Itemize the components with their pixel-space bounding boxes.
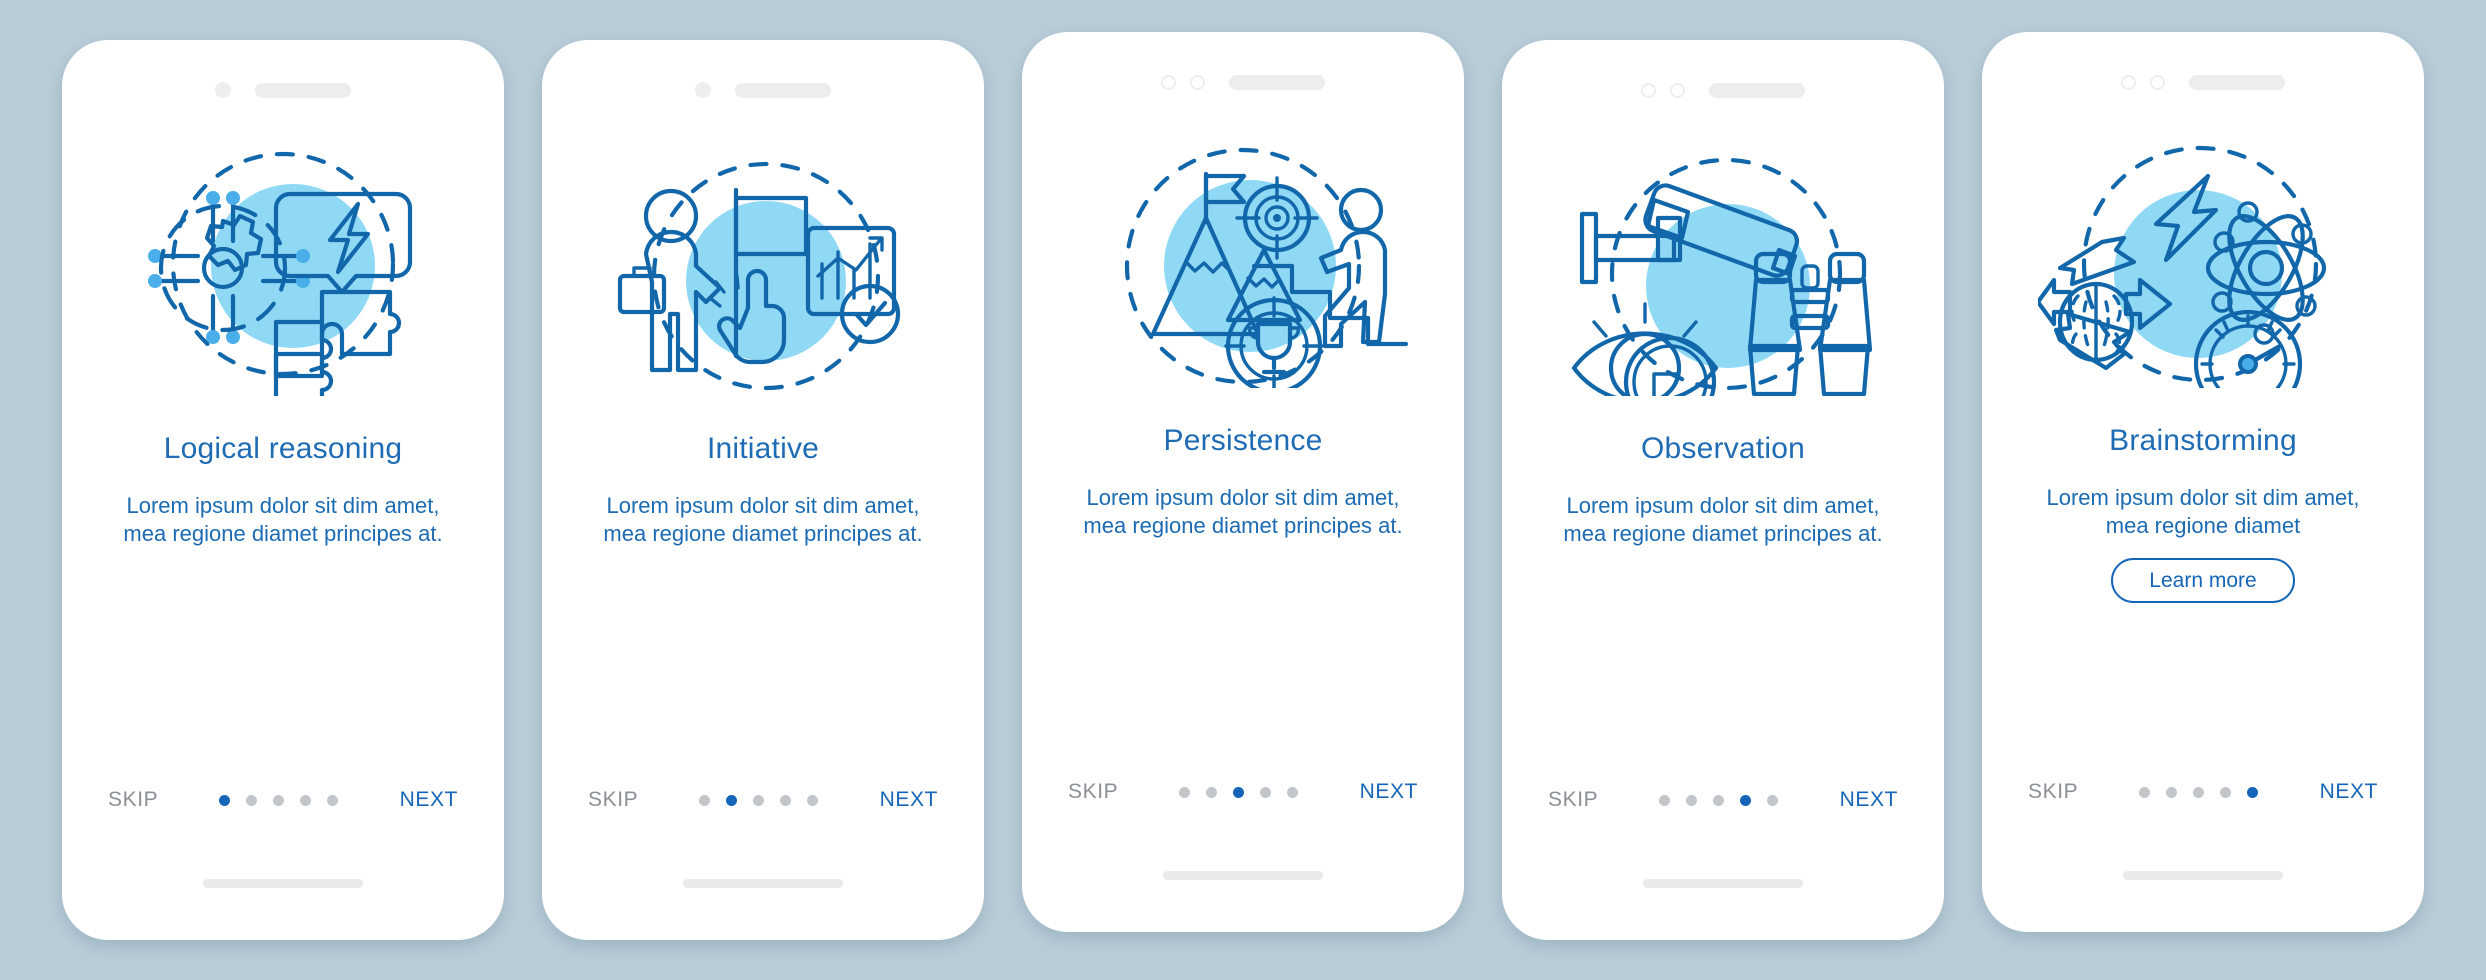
next-button[interactable]: NEXT bbox=[880, 788, 938, 812]
pagination-dots[interactable] bbox=[699, 794, 819, 806]
phone-card-logical-reasoning: Logical reasoning Lorem ipsum dolor sit … bbox=[62, 40, 504, 940]
skip-button[interactable]: SKIP bbox=[1068, 780, 1118, 804]
phone-card-persistence: Persistence Lorem ipsum dolor sit dim am… bbox=[1022, 32, 1464, 932]
skip-button[interactable]: SKIP bbox=[1548, 788, 1598, 812]
screen-body-text: Lorem ipsum dolor sit dim amet, mea regi… bbox=[1563, 493, 1883, 547]
pagination-dot[interactable] bbox=[327, 794, 339, 806]
next-button[interactable]: NEXT bbox=[2320, 780, 2378, 804]
onboarding-screens-stage: Logical reasoning Lorem ipsum dolor sit … bbox=[0, 0, 2486, 980]
pagination-dot[interactable] bbox=[1740, 794, 1752, 806]
skip-button[interactable]: SKIP bbox=[588, 788, 638, 812]
pagination-dot[interactable] bbox=[219, 794, 231, 806]
skip-button[interactable]: SKIP bbox=[108, 788, 158, 812]
pagination-dot[interactable] bbox=[246, 794, 258, 806]
screen-title: Brainstorming bbox=[2109, 424, 2297, 457]
screen-footer: SKIP NEXT bbox=[542, 788, 984, 812]
screen-footer: SKIP NEXT bbox=[1022, 780, 1464, 804]
screen-footer: SKIP NEXT bbox=[62, 788, 504, 812]
pagination-dot[interactable] bbox=[1713, 794, 1725, 806]
speaker-grille-icon bbox=[1709, 82, 1805, 98]
pagination-dot[interactable] bbox=[1233, 786, 1245, 798]
pagination-dot[interactable] bbox=[1179, 786, 1191, 798]
next-button[interactable]: NEXT bbox=[1840, 788, 1898, 812]
pagination-dot[interactable] bbox=[2166, 786, 2178, 798]
screen-title: Logical reasoning bbox=[163, 432, 403, 465]
screen-body-text: Lorem ipsum dolor sit dim amet, mea regi… bbox=[1083, 485, 1403, 539]
pagination-dot[interactable] bbox=[2193, 786, 2205, 798]
illustration-gear-network-lightbulb-puzzle bbox=[118, 146, 448, 396]
phone-status-notch bbox=[1502, 40, 1944, 116]
pagination-dot[interactable] bbox=[1767, 794, 1779, 806]
screen-title: Persistence bbox=[1163, 424, 1323, 457]
illustration-cctv-eye-magnifier-binoculars bbox=[1558, 146, 1888, 396]
illustration-brain-arrows-atom-gauge-bolt bbox=[2038, 138, 2368, 388]
pagination-dot[interactable] bbox=[2139, 786, 2151, 798]
next-button[interactable]: NEXT bbox=[1360, 780, 1418, 804]
pagination-dot[interactable] bbox=[1260, 786, 1272, 798]
home-indicator-bar[interactable] bbox=[1163, 871, 1323, 880]
next-button[interactable]: NEXT bbox=[400, 788, 458, 812]
phone-card-initiative: Initiative Lorem ipsum dolor sit dim ame… bbox=[542, 40, 984, 940]
pagination-dots[interactable] bbox=[1179, 786, 1299, 798]
speaker-grille-icon bbox=[1229, 74, 1325, 90]
screen-footer: SKIP NEXT bbox=[1982, 780, 2424, 804]
speaker-grille-icon bbox=[735, 82, 831, 98]
camera-ring-icon bbox=[2121, 74, 2136, 90]
pagination-dots[interactable] bbox=[219, 794, 339, 806]
pagination-dot[interactable] bbox=[807, 794, 819, 806]
home-indicator-bar[interactable] bbox=[1643, 879, 1803, 888]
learn-more-button[interactable]: Learn more bbox=[2111, 558, 2295, 604]
pagination-dot[interactable] bbox=[2247, 786, 2259, 798]
camera-dot-icon bbox=[215, 82, 231, 98]
pagination-dot[interactable] bbox=[1686, 794, 1698, 806]
home-indicator-bar[interactable] bbox=[683, 879, 843, 888]
sensor-ring-icon bbox=[1670, 82, 1685, 98]
pagination-dot[interactable] bbox=[699, 794, 711, 806]
camera-dot-icon bbox=[695, 82, 711, 98]
pagination-dots[interactable] bbox=[1659, 794, 1779, 806]
camera-ring-icon bbox=[1161, 74, 1176, 90]
camera-ring-icon bbox=[1641, 82, 1656, 98]
screen-body-text: Lorem ipsum dolor sit dim amet, mea regi… bbox=[603, 493, 923, 547]
speaker-grille-icon bbox=[2189, 74, 2285, 90]
illustration-mountain-target-stairs-trophy bbox=[1078, 138, 1408, 388]
pagination-dot[interactable] bbox=[753, 794, 765, 806]
pagination-dot[interactable] bbox=[1659, 794, 1671, 806]
phone-card-observation: Observation Lorem ipsum dolor sit dim am… bbox=[1502, 40, 1944, 940]
pagination-dot[interactable] bbox=[780, 794, 792, 806]
skip-button[interactable]: SKIP bbox=[2028, 780, 2078, 804]
phone-status-notch bbox=[1022, 32, 1464, 108]
screen-body-text: Lorem ipsum dolor sit dim amet, mea regi… bbox=[2046, 485, 2360, 539]
pagination-dot[interactable] bbox=[300, 794, 312, 806]
home-indicator-bar[interactable] bbox=[203, 879, 363, 888]
pagination-dot[interactable] bbox=[1287, 786, 1299, 798]
sensor-ring-icon bbox=[1190, 74, 1205, 90]
phone-status-notch bbox=[1982, 32, 2424, 108]
pagination-dots[interactable] bbox=[2139, 786, 2259, 798]
phone-status-notch bbox=[62, 40, 504, 116]
home-indicator-bar[interactable] bbox=[2123, 871, 2283, 880]
screen-title: Initiative bbox=[706, 432, 820, 465]
phone-card-brainstorming: Brainstorming Lorem ipsum dolor sit dim … bbox=[1982, 32, 2424, 932]
screen-footer: SKIP NEXT bbox=[1502, 788, 1944, 812]
illustration-person-flag-chart-checkmark bbox=[598, 146, 928, 396]
sensor-ring-icon bbox=[2150, 74, 2165, 90]
speaker-grille-icon bbox=[255, 82, 351, 98]
screen-body-text: Lorem ipsum dolor sit dim amet, mea regi… bbox=[123, 493, 443, 547]
pagination-dot[interactable] bbox=[1206, 786, 1218, 798]
pagination-dot[interactable] bbox=[2220, 786, 2232, 798]
screen-title: Observation bbox=[1641, 432, 1805, 465]
phone-status-notch bbox=[542, 40, 984, 116]
pagination-dot[interactable] bbox=[726, 794, 738, 806]
pagination-dot[interactable] bbox=[273, 794, 285, 806]
